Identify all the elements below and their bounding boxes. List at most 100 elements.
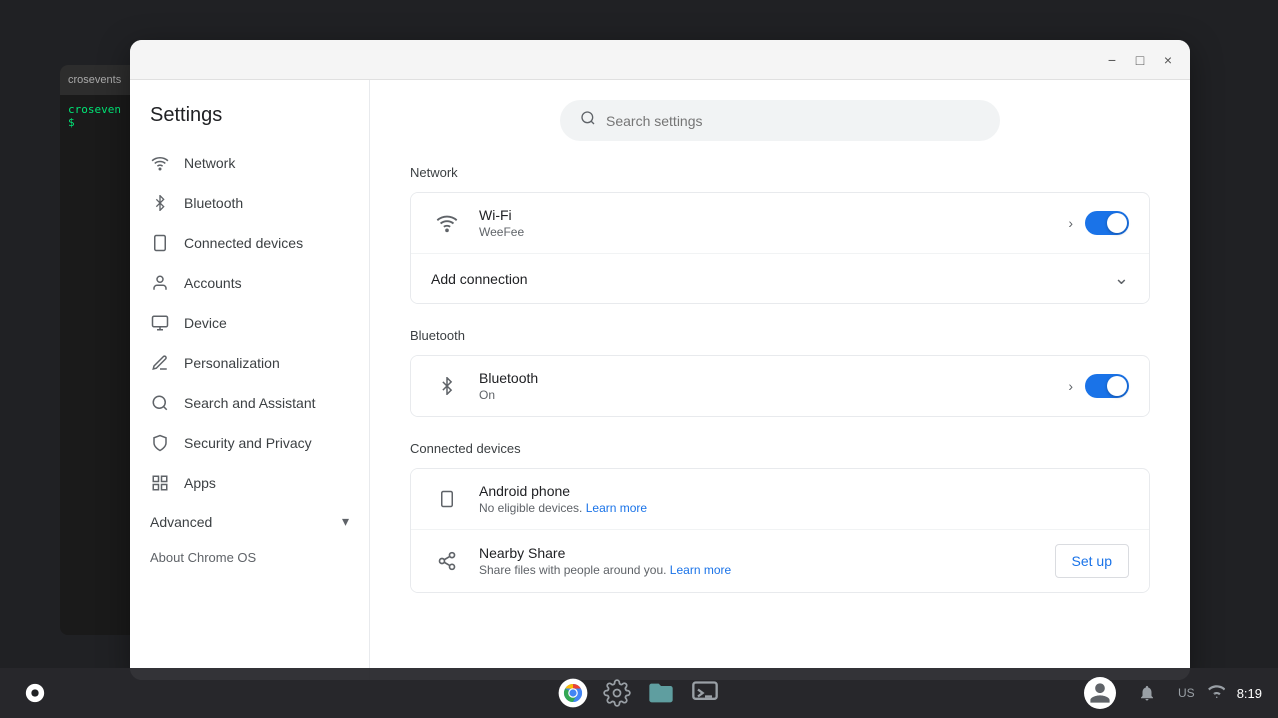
user-avatar[interactable] bbox=[1084, 677, 1116, 709]
nearby-share-setup-button[interactable]: Set up bbox=[1055, 544, 1129, 578]
sidebar-item-search-assistant[interactable]: Search and Assistant bbox=[130, 383, 361, 423]
taskbar-center bbox=[555, 675, 723, 711]
about-label: About Chrome OS bbox=[150, 550, 256, 565]
connected-devices-section-title: Connected devices bbox=[410, 441, 1150, 456]
search-input[interactable] bbox=[606, 113, 980, 129]
taskbar-left bbox=[16, 674, 54, 712]
window-titlebar: − □ × bbox=[130, 40, 1190, 80]
nearby-share-content: Nearby Share Share files with people aro… bbox=[479, 545, 1055, 577]
sidebar-label-network: Network bbox=[184, 155, 235, 171]
close-button[interactable]: × bbox=[1158, 50, 1178, 70]
sidebar-item-bluetooth[interactable]: Bluetooth bbox=[130, 183, 361, 223]
sidebar-label-personalization: Personalization bbox=[184, 355, 280, 371]
terminal-title: crosevents bbox=[68, 74, 121, 86]
time-text: 8:19 bbox=[1237, 686, 1262, 701]
sidebar-label-search-assistant: Search and Assistant bbox=[184, 395, 316, 411]
bluetooth-controls: › bbox=[1068, 374, 1129, 398]
android-phone-title: Android phone bbox=[479, 483, 1129, 499]
network-section: Network Wi-Fi W bbox=[410, 165, 1150, 304]
search-bar bbox=[560, 100, 1000, 141]
connected-devices-icon bbox=[150, 233, 170, 253]
bluetooth-row-subtitle: On bbox=[479, 388, 1068, 402]
sidebar-item-network[interactable]: Network bbox=[130, 143, 361, 183]
bluetooth-section-title: Bluetooth bbox=[410, 328, 1150, 343]
security-privacy-icon bbox=[150, 433, 170, 453]
bluetooth-chevron-icon: › bbox=[1068, 378, 1073, 394]
android-phone-subtitle: No eligible devices. Learn more bbox=[479, 501, 1129, 515]
nearby-share-subtitle: Share files with people around you. Lear… bbox=[479, 563, 1055, 577]
sidebar-label-security-privacy: Security and Privacy bbox=[184, 435, 312, 451]
nearby-share-row: Nearby Share Share files with people aro… bbox=[411, 530, 1149, 592]
time-display: 8:19 bbox=[1237, 686, 1262, 701]
nearby-share-title: Nearby Share bbox=[479, 545, 1055, 561]
bluetooth-icon bbox=[150, 193, 170, 213]
wifi-title: Wi-Fi bbox=[479, 207, 1068, 223]
language-indicator: US bbox=[1178, 686, 1195, 700]
sidebar: Settings Network bbox=[130, 80, 370, 680]
bluetooth-card: Bluetooth On › bbox=[410, 355, 1150, 417]
nearby-share-right: Set up bbox=[1055, 544, 1129, 578]
sidebar-label-accounts: Accounts bbox=[184, 275, 242, 291]
sidebar-item-personalization[interactable]: Personalization bbox=[130, 343, 361, 383]
android-phone-content: Android phone No eligible devices. Learn… bbox=[479, 483, 1129, 515]
wifi-chevron-icon: › bbox=[1068, 215, 1073, 231]
terminal-app-icon[interactable] bbox=[687, 675, 723, 711]
advanced-chevron-icon: ▾ bbox=[342, 513, 349, 530]
add-connection-row[interactable]: Add connection ⌄ bbox=[411, 254, 1149, 303]
wifi-subtitle: WeeFee bbox=[479, 225, 1068, 239]
sidebar-item-apps[interactable]: Apps bbox=[130, 463, 361, 503]
chrome-app-icon[interactable] bbox=[555, 675, 591, 711]
sidebar-item-device[interactable]: Device bbox=[130, 303, 361, 343]
network-section-title: Network bbox=[410, 165, 1150, 180]
wifi-content: Wi-Fi WeeFee bbox=[479, 207, 1068, 239]
sidebar-item-security-privacy[interactable]: Security and Privacy bbox=[130, 423, 361, 463]
search-assistant-icon bbox=[150, 393, 170, 413]
main-content: Network Wi-Fi W bbox=[370, 80, 1190, 680]
taskbar-right: US 8:19 bbox=[1084, 674, 1262, 712]
maximize-button[interactable]: □ bbox=[1130, 50, 1150, 70]
add-connection-text: Add connection bbox=[431, 271, 1114, 287]
android-phone-icon bbox=[431, 483, 463, 515]
sidebar-label-apps: Apps bbox=[184, 475, 216, 491]
bluetooth-section: Bluetooth Bluetooth On › bbox=[410, 328, 1150, 417]
minimize-button[interactable]: − bbox=[1102, 50, 1122, 70]
sidebar-item-connected-devices[interactable]: Connected devices bbox=[130, 223, 361, 263]
network-card: Wi-Fi WeeFee › Add connection ⌄ bbox=[410, 192, 1150, 304]
bluetooth-row-icon bbox=[431, 370, 463, 402]
apps-icon bbox=[150, 473, 170, 493]
wifi-status-icon bbox=[1207, 683, 1225, 704]
bluetooth-row-title: Bluetooth bbox=[479, 370, 1068, 386]
tray-notifications-icon[interactable] bbox=[1128, 674, 1166, 712]
nearby-share-learn-more[interactable]: Learn more bbox=[670, 563, 731, 577]
nearby-share-icon bbox=[431, 545, 463, 577]
taskbar: US 8:19 bbox=[0, 668, 1278, 718]
sidebar-label-device: Device bbox=[184, 315, 227, 331]
android-phone-row[interactable]: Android phone No eligible devices. Learn… bbox=[411, 469, 1149, 530]
wifi-controls: › bbox=[1068, 211, 1129, 235]
settings-body: Settings Network bbox=[130, 80, 1190, 680]
sidebar-label-connected-devices: Connected devices bbox=[184, 235, 303, 251]
files-app-icon[interactable] bbox=[643, 675, 679, 711]
sidebar-item-accounts[interactable]: Accounts bbox=[130, 263, 361, 303]
wifi-toggle[interactable] bbox=[1085, 211, 1129, 235]
accounts-icon bbox=[150, 273, 170, 293]
search-icon bbox=[580, 110, 596, 131]
device-icon bbox=[150, 313, 170, 333]
wifi-row[interactable]: Wi-Fi WeeFee › bbox=[411, 193, 1149, 254]
bluetooth-toggle[interactable] bbox=[1085, 374, 1129, 398]
sidebar-item-advanced[interactable]: Advanced ▾ bbox=[130, 503, 369, 540]
settings-app-icon[interactable] bbox=[599, 675, 635, 711]
launcher-button[interactable] bbox=[16, 674, 54, 712]
android-phone-learn-more[interactable]: Learn more bbox=[586, 501, 647, 515]
sidebar-item-about[interactable]: About Chrome OS bbox=[130, 540, 369, 575]
search-bar-container bbox=[410, 100, 1150, 141]
add-connection-expand-icon: ⌄ bbox=[1114, 268, 1129, 289]
wifi-icon bbox=[431, 207, 463, 239]
personalization-icon bbox=[150, 353, 170, 373]
connected-devices-section: Connected devices Android phone bbox=[410, 441, 1150, 593]
sidebar-label-advanced: Advanced bbox=[150, 514, 212, 530]
sidebar-title: Settings bbox=[130, 96, 369, 143]
connected-devices-card: Android phone No eligible devices. Learn… bbox=[410, 468, 1150, 593]
sidebar-label-bluetooth: Bluetooth bbox=[184, 195, 243, 211]
bluetooth-row[interactable]: Bluetooth On › bbox=[411, 356, 1149, 416]
